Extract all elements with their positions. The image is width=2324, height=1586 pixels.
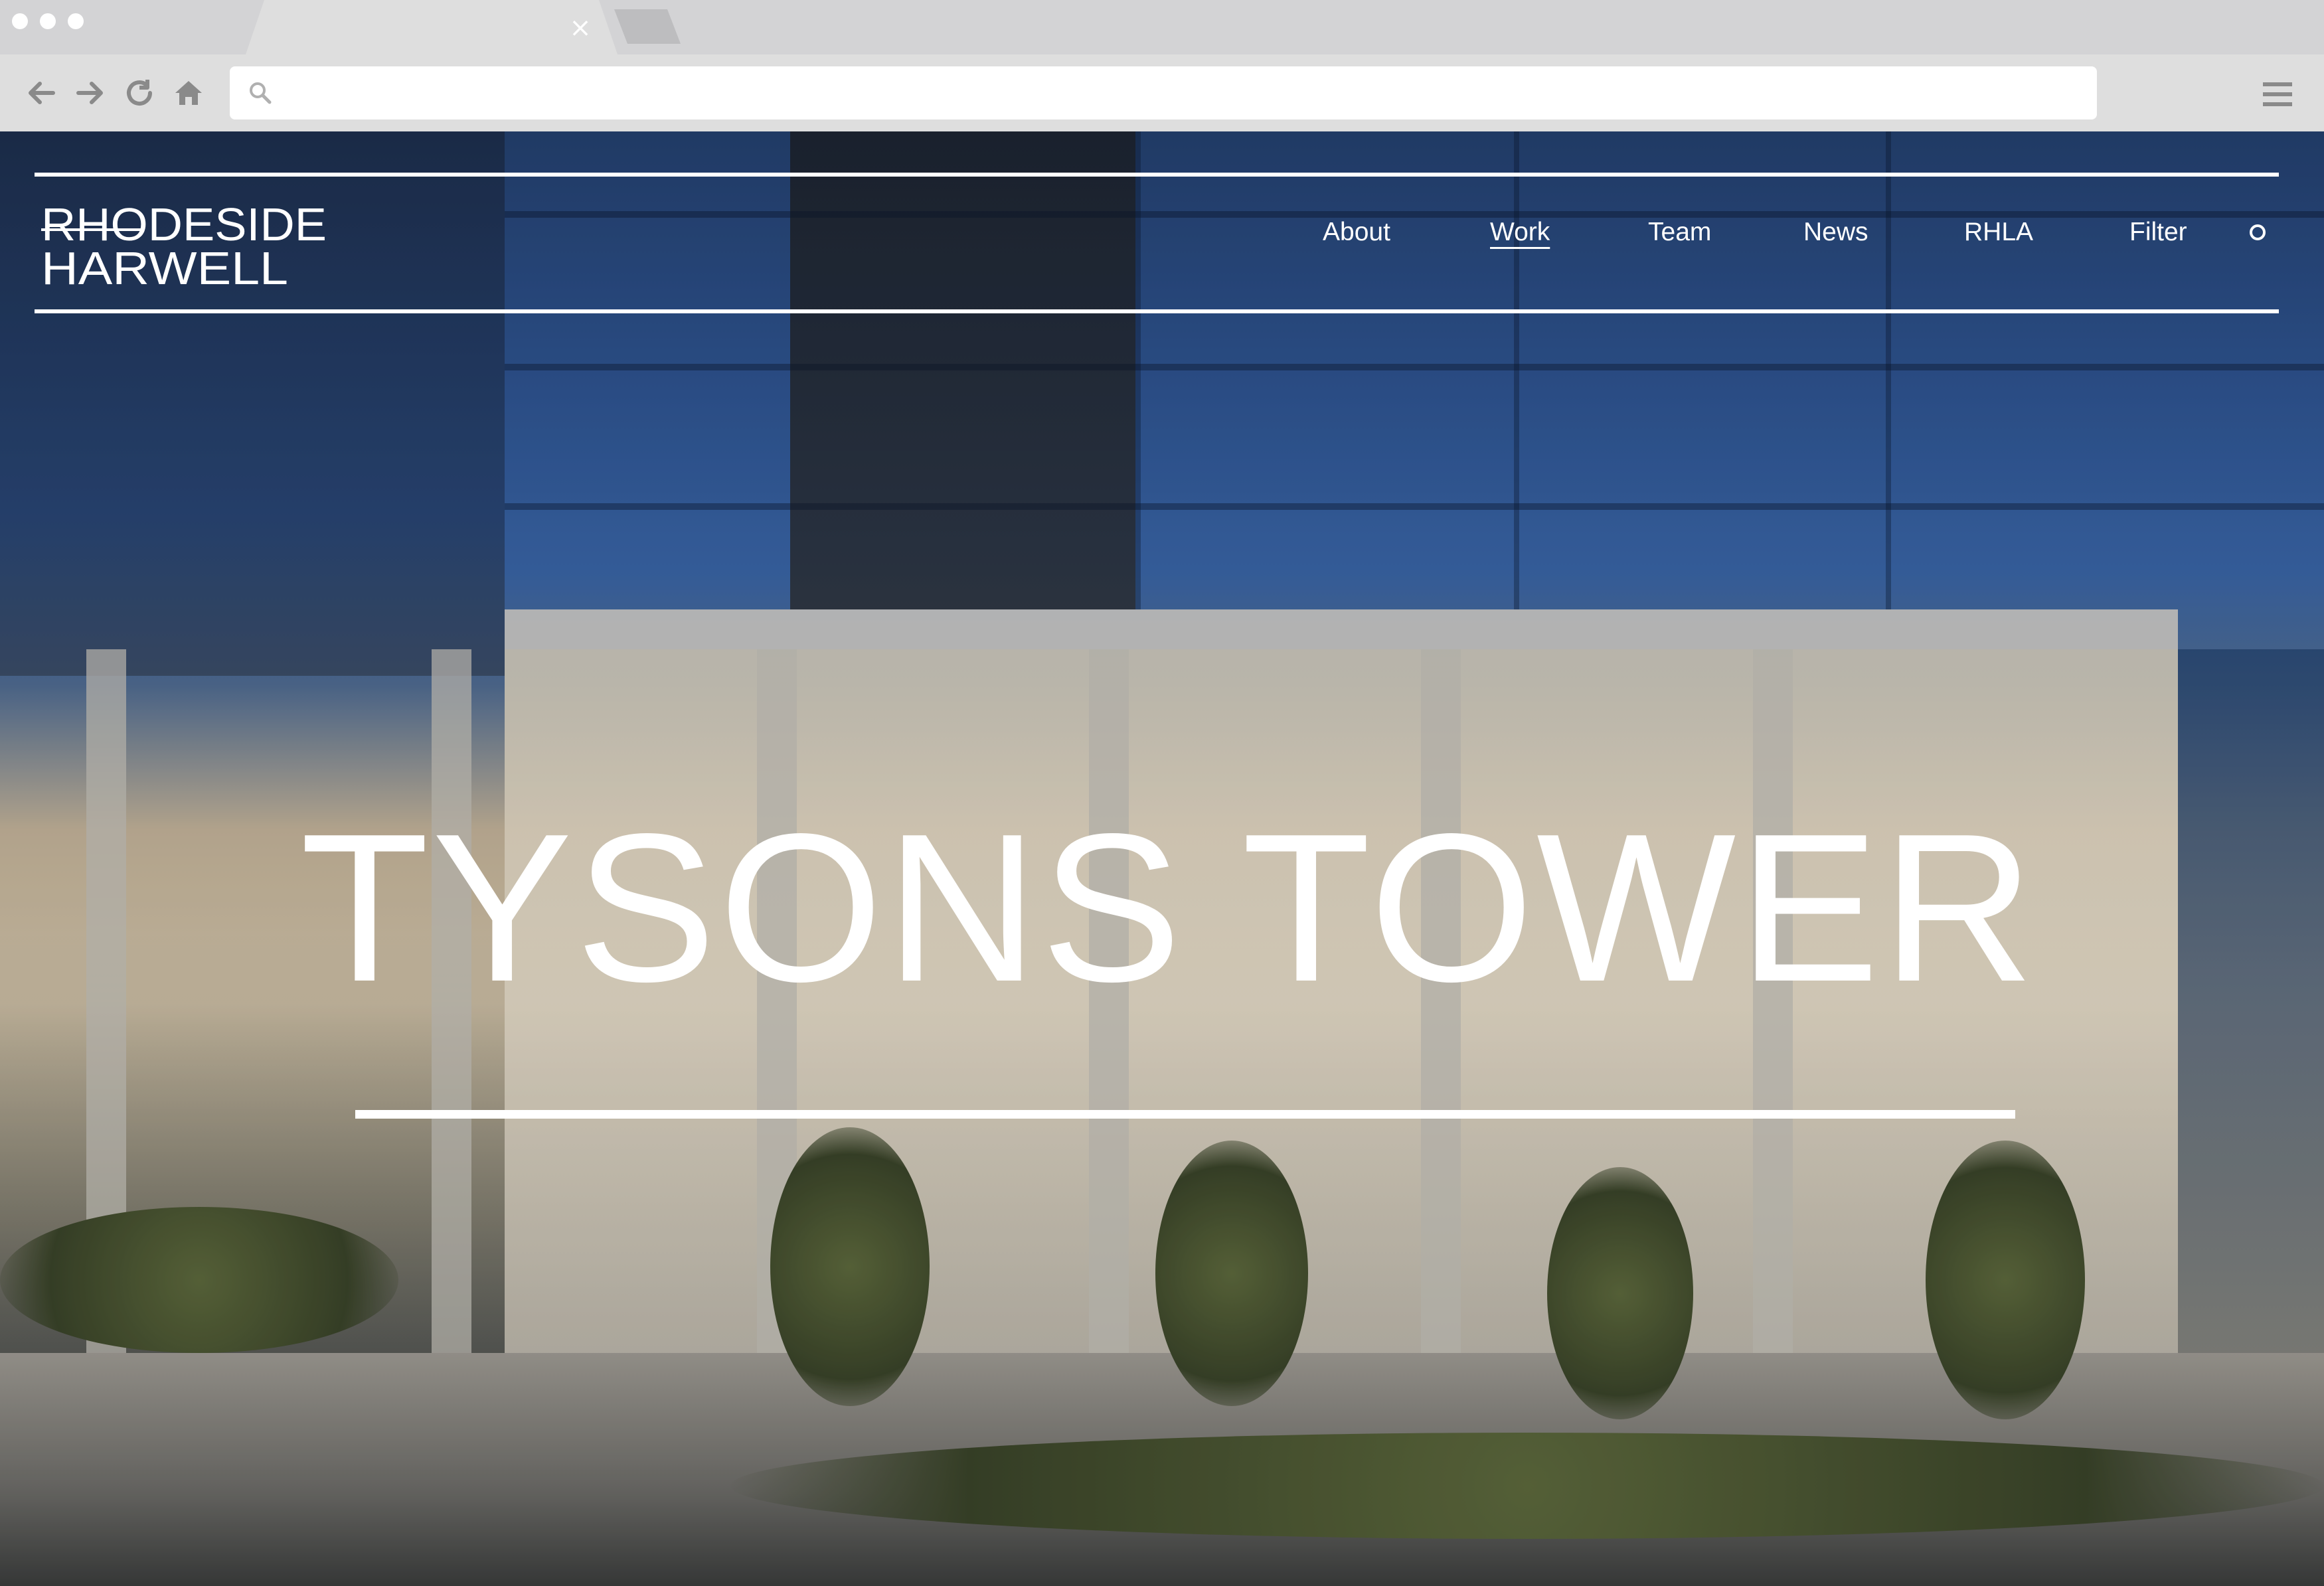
window-minimize-dot[interactable]	[40, 13, 56, 29]
header-top-rule	[35, 173, 2279, 177]
window-maximize-dot[interactable]	[68, 13, 84, 29]
reload-icon[interactable]	[121, 74, 158, 112]
tab-strip: ×	[0, 0, 2324, 54]
home-icon[interactable]	[170, 74, 207, 112]
title-underline	[355, 1110, 2015, 1119]
new-tab-button[interactable]	[614, 9, 681, 44]
nav-item-team[interactable]: Team	[1648, 212, 1711, 252]
nav-item-rhla[interactable]: RHLA	[1964, 212, 2033, 252]
site-header: RHODESIDE HARWELL About Work Team News R…	[35, 173, 2279, 313]
nav-item-about[interactable]: About	[1323, 212, 1390, 252]
hamburger-menu-icon[interactable]	[2258, 74, 2297, 114]
nav-item-news[interactable]: News	[1803, 212, 1868, 252]
circle-search-icon[interactable]	[2250, 224, 2266, 240]
browser-tab-active[interactable]	[246, 0, 618, 54]
forward-arrow-icon[interactable]	[72, 74, 109, 112]
address-bar[interactable]	[230, 66, 2097, 119]
back-arrow-icon[interactable]	[23, 74, 60, 112]
main-nav: About Work Team News RHLA Filter	[35, 212, 2279, 252]
url-input[interactable]	[283, 73, 2078, 114]
window-close-dot[interactable]	[12, 13, 28, 29]
project-title: TYSONS TOWER	[300, 790, 2037, 1026]
header-bottom-rule	[35, 309, 2279, 313]
web-page: RHODESIDE HARWELL About Work Team News R…	[0, 131, 2324, 1586]
browser-chrome: ×	[0, 0, 2324, 131]
nav-item-work[interactable]: Work	[1490, 212, 1550, 252]
nav-item-filter[interactable]: Filter	[2129, 212, 2187, 252]
search-icon	[244, 77, 276, 109]
tab-close-icon[interactable]: ×	[564, 12, 596, 44]
